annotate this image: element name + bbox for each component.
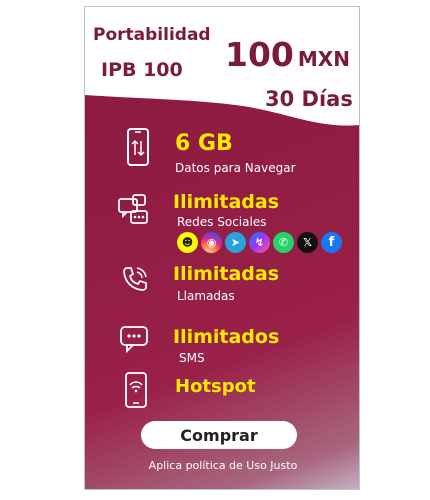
plan-duration: 30 Días [265, 87, 353, 111]
feature-data-title: 6 GB [175, 131, 233, 156]
feature-data-subtitle: Datos para Navegar [175, 161, 296, 175]
sms-bubble-icon [120, 326, 148, 353]
feature-hotspot-title: Hotspot [175, 376, 256, 397]
telegram-icon: ➤ [225, 232, 246, 253]
portability-label: Portabilidad [93, 25, 211, 45]
social-chat-icon [118, 194, 148, 224]
feature-sms-subtitle: SMS [179, 351, 205, 365]
feature-calls-title: Ilimitadas [173, 263, 280, 285]
facebook-icon: f [321, 232, 342, 253]
feature-social-subtitle: Redes Sociales [177, 215, 267, 229]
plan-header: Portabilidad IPB 100 100 MXN 30 Días [85, 7, 359, 137]
phone-call-icon [123, 267, 147, 291]
plan-card: Portabilidad IPB 100 100 MXN 30 Días 6 GB… [84, 6, 360, 490]
x-icon: 𝕏 [297, 232, 318, 253]
price-amount: 100 [225, 35, 294, 74]
social-apps-row: ☻ ◉ ➤ ↯ ✆ 𝕏 f [177, 232, 345, 256]
price: 100 MXN [225, 35, 350, 74]
plan-name: IPB 100 [101, 59, 183, 81]
feature-social-title: Ilimitadas [173, 191, 280, 213]
buy-button[interactable]: Comprar [141, 421, 297, 449]
fair-use-note: Aplica política de Uso Justo [148, 459, 298, 472]
hotspot-phone-icon [125, 372, 147, 408]
feature-calls-subtitle: Llamadas [177, 289, 235, 303]
feature-sms-title: Ilimitados [173, 326, 280, 348]
whatsapp-icon: ✆ [273, 232, 294, 253]
price-currency: MXN [297, 47, 350, 71]
instagram-icon: ◉ [201, 232, 222, 253]
smartphone-data-icon [127, 128, 149, 166]
snapchat-icon: ☻ [177, 232, 198, 253]
messenger-icon: ↯ [249, 232, 270, 253]
